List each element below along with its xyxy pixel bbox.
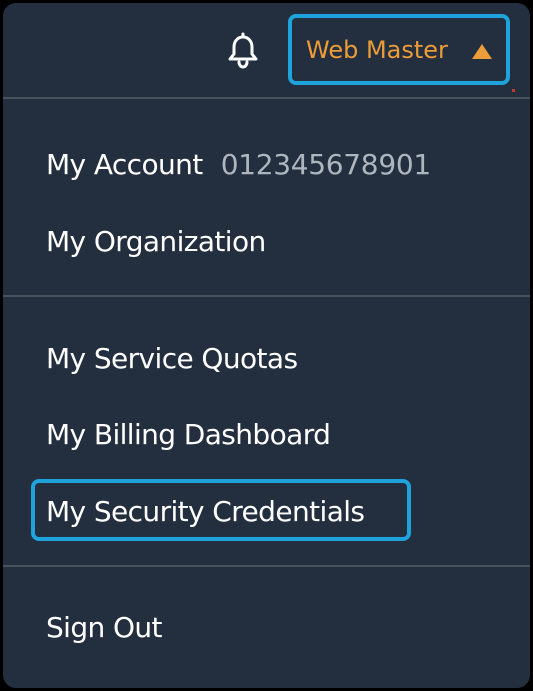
menu-item-sign-out[interactable]: Sign Out bbox=[46, 607, 163, 647]
bell-icon[interactable] bbox=[225, 32, 261, 70]
my-account-label: My Account bbox=[46, 147, 203, 181]
divider bbox=[3, 565, 530, 567]
user-name-label: Web Master bbox=[306, 35, 448, 64]
menu-item-my-billing-dashboard[interactable]: My Billing Dashboard bbox=[46, 414, 331, 454]
account-number: 012345678901 bbox=[220, 147, 431, 181]
top-navigation-bar: Web Master bbox=[3, 3, 530, 97]
divider bbox=[3, 97, 530, 99]
focus-marker bbox=[512, 89, 515, 92]
account-dropdown-panel: Web Master My Account 012345678901 My Or… bbox=[0, 0, 533, 691]
menu-item-my-service-quotas[interactable]: My Service Quotas bbox=[46, 338, 298, 378]
menu-item-my-account[interactable]: My Account 012345678901 bbox=[46, 144, 431, 184]
divider bbox=[3, 295, 530, 297]
menu-item-my-security-credentials[interactable]: My Security Credentials bbox=[46, 491, 365, 531]
caret-up-icon bbox=[472, 44, 492, 59]
bell-icon-graphic bbox=[228, 32, 258, 69]
user-menu-button[interactable]: Web Master bbox=[288, 14, 510, 85]
menu-item-my-organization[interactable]: My Organization bbox=[46, 221, 266, 261]
